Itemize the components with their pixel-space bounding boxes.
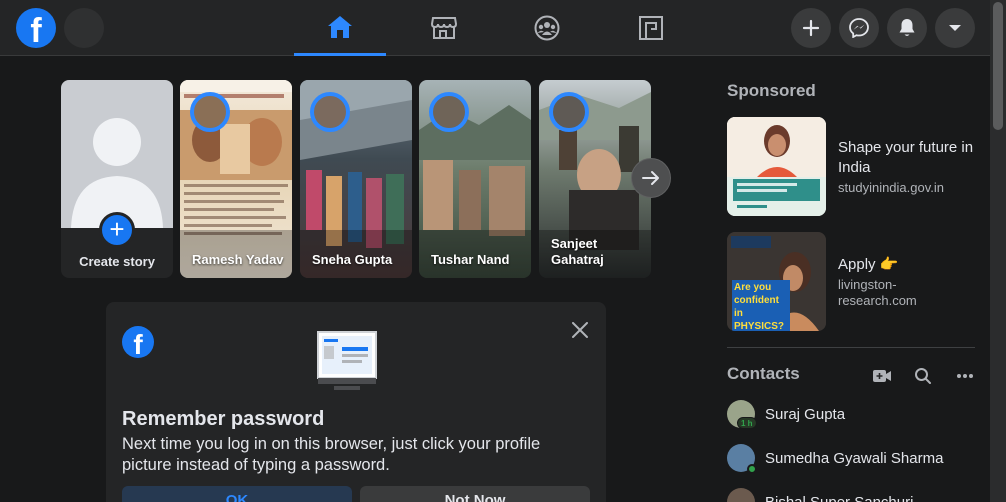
story-card[interactable]: Sneha Gupta xyxy=(300,80,412,278)
ad-image[interactable]: Are you confident in PHYSICS? xyxy=(727,232,826,331)
contacts-options-button[interactable] xyxy=(955,366,975,386)
story-avatar xyxy=(429,92,469,132)
create-button[interactable] xyxy=(791,8,831,48)
facebook-logo-icon: f xyxy=(122,326,154,358)
contact-item[interactable]: Sumedha Gyawali Sharma xyxy=(727,444,977,480)
groups-icon xyxy=(534,15,560,41)
contact-name: Bishal Super Sanchuri xyxy=(765,494,913,502)
page-scrollbar[interactable] xyxy=(990,0,1006,502)
story-avatar xyxy=(190,92,230,132)
ad-title[interactable]: Apply 👉 xyxy=(838,255,978,275)
avatar xyxy=(727,488,755,502)
divider xyxy=(727,347,975,348)
contact-name: Sumedha Gyawali Sharma xyxy=(765,450,944,467)
caret-down-icon xyxy=(949,25,961,31)
search-icon xyxy=(915,368,931,384)
bell-icon xyxy=(899,19,915,36)
gaming-icon xyxy=(639,16,663,40)
default-avatar-icon xyxy=(71,118,163,228)
story-card[interactable]: Tushar Nand xyxy=(419,80,531,278)
contact-item[interactable]: 1 h Suraj Gupta xyxy=(727,400,977,436)
account-menu-button[interactable] xyxy=(935,8,975,48)
story-avatar xyxy=(549,92,589,132)
tab-groups[interactable] xyxy=(501,0,593,56)
tab-home[interactable] xyxy=(294,0,386,56)
story-avatar xyxy=(310,92,350,132)
arrow-right-icon xyxy=(642,171,659,185)
stories-next-button[interactable] xyxy=(631,158,671,198)
new-room-button[interactable] xyxy=(872,366,892,386)
sponsored-heading: Sponsored xyxy=(727,81,816,100)
profile-placeholder xyxy=(61,80,173,228)
close-icon xyxy=(572,322,588,338)
ok-button[interactable]: OK xyxy=(122,486,352,502)
close-button[interactable] xyxy=(568,318,592,342)
ad-url: studyinindia.gov.in xyxy=(838,180,944,195)
search-button[interactable] xyxy=(64,8,104,48)
story-author-name: Sneha Gupta xyxy=(312,252,393,267)
story-author-name: Sanjeet Gahatraj xyxy=(551,236,604,267)
online-status-indicator xyxy=(747,464,757,474)
create-story-card[interactable]: + Create story xyxy=(61,80,173,278)
facebook-logo[interactable]: f xyxy=(16,8,56,48)
contact-name: Suraj Gupta xyxy=(765,406,846,423)
marketplace-icon xyxy=(431,17,457,39)
ad-url: livingston-research.com xyxy=(838,277,917,308)
story-author-name: Ramesh Yadav xyxy=(192,252,284,267)
story-author-name: Tushar Nand xyxy=(431,252,510,267)
top-navigation-bar: f xyxy=(0,0,990,56)
video-camera-plus-icon xyxy=(873,370,891,382)
contact-item[interactable]: Bishal Super Sanchuri xyxy=(727,488,977,502)
messenger-button[interactable] xyxy=(839,8,879,48)
home-icon xyxy=(328,15,352,38)
ad-photo xyxy=(727,117,826,216)
card-description: Next time you log in on this browser, ju… xyxy=(122,435,541,474)
tab-gaming[interactable] xyxy=(605,0,697,56)
ad-image[interactable] xyxy=(727,117,826,216)
story-card[interactable]: Ramesh Yadav xyxy=(180,80,292,278)
scrollbar-thumb[interactable] xyxy=(993,2,1003,130)
ad-image-text: Are you confident in PHYSICS? xyxy=(732,280,790,331)
remember-password-card: f Remember password Next time you log in… xyxy=(106,302,606,502)
plus-icon xyxy=(802,19,820,37)
create-story-label: Create story xyxy=(79,254,155,269)
login-illustration-icon xyxy=(317,331,377,390)
card-title: Remember password xyxy=(122,408,325,430)
messenger-icon xyxy=(849,18,869,38)
active-time-badge: 1 h xyxy=(737,417,757,429)
create-story-plus-icon: + xyxy=(99,212,135,248)
contacts-heading: Contacts xyxy=(727,364,800,383)
notifications-button[interactable] xyxy=(887,8,927,48)
tab-marketplace[interactable] xyxy=(398,0,490,56)
more-options-icon xyxy=(957,374,973,378)
ad-title[interactable]: Shape your future in India xyxy=(838,138,978,178)
search-contacts-button[interactable] xyxy=(913,366,933,386)
not-now-button[interactable]: Not Now xyxy=(360,486,590,502)
